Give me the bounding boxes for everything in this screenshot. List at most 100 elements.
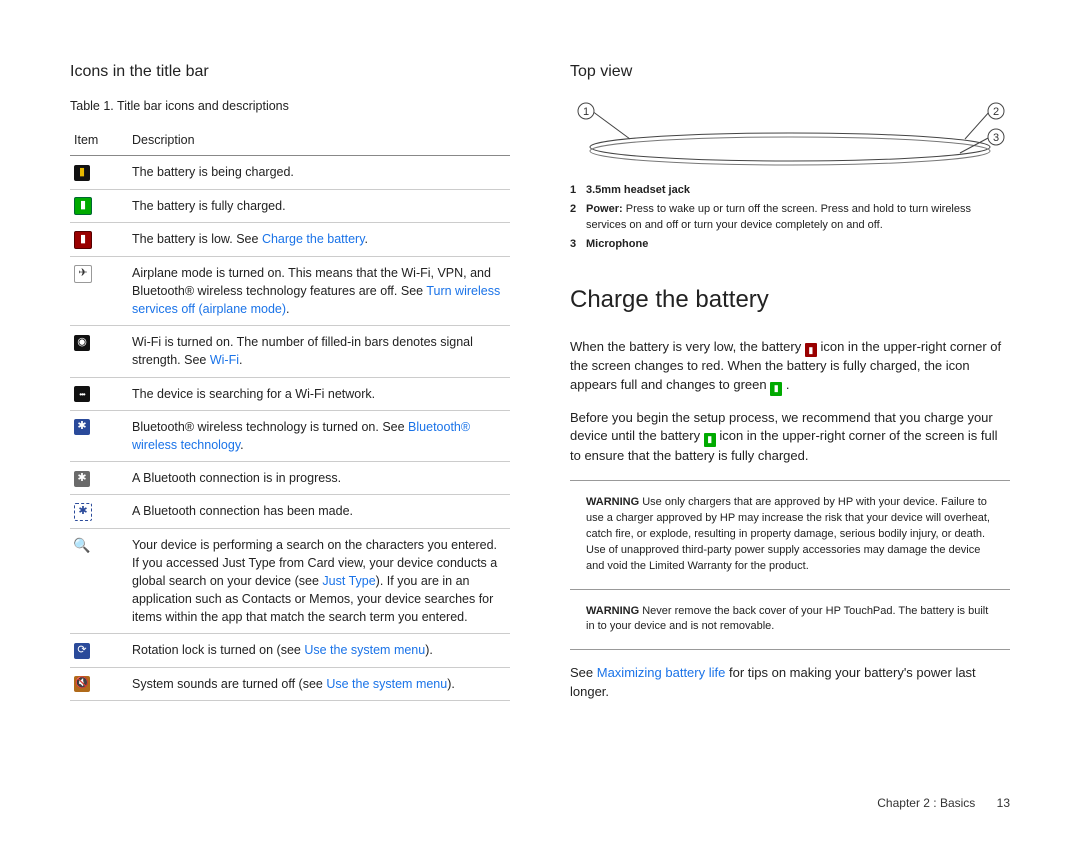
two-column-layout: Icons in the title bar Table 1. Title ba… xyxy=(70,60,1010,715)
table-row: ⟳ Rotation lock is turned on (see Use the… xyxy=(70,634,510,667)
text: . xyxy=(240,438,243,452)
callout-label: 3.5mm headset jack xyxy=(586,184,690,196)
bt-prog-icon: ✱ xyxy=(74,471,90,487)
description-cell: The device is searching for a Wi-Fi netw… xyxy=(128,377,510,410)
text: System sounds are turned off (see xyxy=(132,677,326,691)
description-cell: The battery is being charged. xyxy=(128,156,510,189)
divider xyxy=(570,589,1010,590)
heading-icons-title-bar: Icons in the title bar xyxy=(70,60,510,83)
callout-number: 3 xyxy=(570,237,580,253)
col-header-item: Item xyxy=(70,125,128,156)
full-icon: ▮ xyxy=(74,197,92,215)
page-footer: Chapter 2 : Basics 13 xyxy=(70,795,1010,812)
icon-cell: ◉ xyxy=(70,326,128,377)
svg-text:2: 2 xyxy=(993,106,999,118)
right-column: Top view 1 2 3 13.5mm headset jack2Power… xyxy=(570,60,1010,715)
mute-icon: 🔇 xyxy=(74,676,90,692)
footer-page-number: 13 xyxy=(997,796,1010,810)
top-view-diagram: 1 2 3 xyxy=(570,97,1010,177)
table-row: ✱ A Bluetooth connection is in progress. xyxy=(70,461,510,494)
text: Wi-Fi is turned on. The number of filled… xyxy=(132,335,473,367)
low-icon: ▮ xyxy=(74,231,92,249)
charging-icon: ▮ xyxy=(74,165,90,181)
description-cell: Bluetooth® wireless technology is turned… xyxy=(128,410,510,461)
text: ). xyxy=(425,643,433,657)
callout-body: 3.5mm headset jack xyxy=(586,183,690,199)
callout-row: 2Power: Press to wake up or turn off the… xyxy=(570,202,1010,234)
rotlock-icon: ⟳ xyxy=(74,643,90,659)
table-row: ✱ Bluetooth® wireless technology is turne… xyxy=(70,410,510,461)
charge-paragraph-2: Before you begin the setup process, we r… xyxy=(570,409,1010,466)
left-column: Icons in the title bar Table 1. Title ba… xyxy=(70,60,510,715)
battery-low-icon: ▮ xyxy=(805,343,817,357)
footer-chapter: Chapter 2 : Basics xyxy=(877,796,975,810)
link-use-the-system-menu[interactable]: Use the system menu xyxy=(326,677,447,691)
callout-body: Power: Press to wake up or turn off the … xyxy=(586,202,1010,234)
warning-text: Use only chargers that are approved by H… xyxy=(586,496,990,572)
text: ). xyxy=(447,677,455,691)
icon-cell: 🔇 xyxy=(70,667,128,700)
text: . xyxy=(365,232,368,246)
search-icon: 🔍 xyxy=(74,538,90,554)
description-cell: Airplane mode is turned on. This means t… xyxy=(128,256,510,325)
heading-charge-battery: Charge the battery xyxy=(570,283,1010,318)
icon-cell: ▮ xyxy=(70,156,128,189)
description-cell: The battery is low. See Charge the batte… xyxy=(128,223,510,257)
text: The battery is low. See xyxy=(132,232,262,246)
description-cell: Rotation lock is turned on (see Use the … xyxy=(128,634,510,667)
svg-text:1: 1 xyxy=(583,106,589,118)
description-cell: System sounds are turned off (see Use th… xyxy=(128,667,510,700)
icon-cell: ✱ xyxy=(70,410,128,461)
text: When the battery is very low, the batter… xyxy=(570,339,805,354)
text: . xyxy=(786,377,790,392)
table-row: ▮ The battery is being charged. xyxy=(70,156,510,189)
heading-top-view: Top view xyxy=(570,60,1010,83)
description-cell: A Bluetooth connection is in progress. xyxy=(128,461,510,494)
divider xyxy=(570,649,1010,650)
callout-row: 3 Microphone xyxy=(570,237,1010,253)
icon-cell: 🔍 xyxy=(70,528,128,634)
callout-row: 1 3.5mm headset jack xyxy=(570,183,1010,199)
table-row: ✱A Bluetooth connection has been made. xyxy=(70,495,510,529)
description-cell: The battery is fully charged. xyxy=(128,189,510,223)
callout-body: Microphone xyxy=(586,237,648,253)
icon-cell: ✈ xyxy=(70,256,128,325)
search-wifi-icon: ••• xyxy=(74,386,90,402)
description-cell: Your device is performing a search on th… xyxy=(128,528,510,634)
callout-label: Microphone xyxy=(586,238,648,250)
icon-cell: ⟳ xyxy=(70,634,128,667)
callout-number: 2 xyxy=(570,202,580,234)
callout-number: 1 xyxy=(570,183,580,199)
table-row: ••• The device is searching for a Wi-Fi n… xyxy=(70,377,510,410)
warning-label: WARNING xyxy=(586,605,639,617)
charge-paragraph-1: When the battery is very low, the batter… xyxy=(570,338,1010,396)
warning-back-cover: WARNING Never remove the back cover of y… xyxy=(570,604,1010,636)
table-caption: Table 1. Title bar icons and description… xyxy=(70,97,510,115)
svg-text:3: 3 xyxy=(993,132,999,144)
top-view-callouts: 13.5mm headset jack2Power: Press to wake… xyxy=(570,183,1010,253)
warning-charger: WARNING Use only chargers that are appro… xyxy=(570,495,1010,575)
wifi-icon: ◉ xyxy=(74,335,90,351)
callout-text: Press to wake up or turn off the screen.… xyxy=(586,203,971,231)
text: Rotation lock is turned on (see xyxy=(132,643,304,657)
table-row: 🔍 Your device is performing a search on t… xyxy=(70,528,510,634)
col-header-description: Description xyxy=(128,125,510,156)
divider xyxy=(570,480,1010,481)
link-maximizing-battery-life[interactable]: Maximizing battery life xyxy=(597,665,726,680)
icon-cell: ✱ xyxy=(70,495,128,529)
table-row: ✈ Airplane mode is turned on. This means … xyxy=(70,256,510,325)
airplane-icon: ✈ xyxy=(74,265,92,283)
link-just-type[interactable]: Just Type xyxy=(322,574,375,588)
link-use-the-system-menu[interactable]: Use the system menu xyxy=(304,643,425,657)
text: . xyxy=(286,302,289,316)
battery-full-icon: ▮ xyxy=(770,382,782,396)
warning-text: Never remove the back cover of your HP T… xyxy=(586,605,988,633)
bt-conn-icon: ✱ xyxy=(74,503,92,521)
text: Bluetooth® wireless technology is turned… xyxy=(132,420,408,434)
icon-cell: ▮ xyxy=(70,223,128,257)
link-wi-fi[interactable]: Wi-Fi xyxy=(210,353,239,367)
description-cell: Wi-Fi is turned on. The number of filled… xyxy=(128,326,510,377)
link-charge-the-battery[interactable]: Charge the battery xyxy=(262,232,365,246)
callout-label: Power: xyxy=(586,203,623,215)
battery-full-icon: ▮ xyxy=(704,433,716,447)
